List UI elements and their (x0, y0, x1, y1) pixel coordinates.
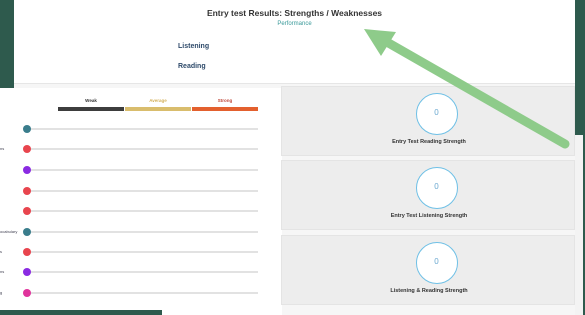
frame-edge-top-right (575, 0, 585, 105)
page-title: Entry test Results: Strengths / Weakness… (206, 8, 383, 18)
listening-strength-card: 0 Entry Test Listening Strength (281, 160, 575, 230)
skill-row-track (28, 231, 258, 233)
reading-strength-card: 0 Entry Test Reading Strength (281, 86, 575, 156)
skill-row-marker[interactable] (23, 166, 31, 174)
legend-strong-bar (192, 107, 258, 111)
skill-row-track (28, 292, 258, 294)
skill-row-track (28, 210, 258, 212)
skill-row-marker[interactable] (23, 289, 31, 297)
results-panel: Entry test Results: Strengths / Weakness… (0, 0, 575, 315)
reading-strength-gauge: 0 (416, 93, 458, 135)
combined-strength-value: 0 (434, 257, 439, 266)
skill-row-track (28, 271, 258, 273)
listening-strength-title: Entry Test Listening Strength (390, 213, 468, 219)
combined-strength-gauge: 0 (416, 242, 458, 284)
skill-row-label: ocabulary (0, 229, 18, 234)
skill-row (0, 186, 282, 196)
skill-row-marker[interactable] (23, 125, 31, 133)
skill-row-track (28, 190, 258, 192)
skill-row-marker[interactable] (23, 248, 31, 256)
strengths-chart-card: Weak Average Strong ns ocabulary s ns g (0, 88, 282, 315)
skill-row-marker[interactable] (23, 268, 31, 276)
skill-row: ns (0, 267, 282, 277)
legend-strong-label: Strong (217, 98, 233, 103)
skill-row: s (0, 247, 282, 257)
legend-average-bar (125, 107, 191, 111)
results-header: Entry test Results: Strengths / Weakness… (14, 0, 575, 84)
skill-row-track (28, 148, 258, 150)
frame-edge-bottom (0, 310, 162, 315)
skill-row-track (28, 128, 258, 130)
skill-row-label: ns (0, 269, 5, 274)
skill-row-label: g (0, 290, 3, 295)
listening-strength-value: 0 (434, 182, 439, 191)
skill-row-marker[interactable] (23, 228, 31, 236)
legend-average-label: Average (149, 98, 167, 103)
strength-legend: Weak Average Strong (58, 98, 258, 112)
combined-strength-title: Listening & Reading Strength (390, 288, 468, 294)
skill-row-marker[interactable] (23, 187, 31, 195)
listening-strength-gauge: 0 (416, 167, 458, 209)
skill-row-track (28, 251, 258, 253)
performance-link[interactable]: Performance (14, 21, 575, 27)
skill-row: ocabulary (0, 227, 282, 237)
skill-row (0, 124, 282, 134)
legend-weak-label: Weak (85, 98, 97, 103)
skill-row-marker[interactable] (23, 207, 31, 215)
legend-weak-bar (58, 107, 124, 111)
skill-reading[interactable]: Reading (178, 63, 206, 70)
skill-row-track (28, 169, 258, 171)
skill-row (0, 206, 282, 216)
skill-row-label: ns (0, 146, 5, 151)
reading-strength-title: Entry Test Reading Strength (392, 139, 466, 145)
skill-row-marker[interactable] (23, 145, 31, 153)
reading-strength-value: 0 (434, 108, 439, 117)
skill-row: g (0, 288, 282, 298)
skill-row: ns (0, 144, 282, 154)
skill-listening[interactable]: Listening (178, 43, 209, 50)
skill-row-label: s (0, 249, 2, 254)
combined-strength-card: 0 Listening & Reading Strength (281, 235, 575, 305)
skill-row (0, 165, 282, 175)
